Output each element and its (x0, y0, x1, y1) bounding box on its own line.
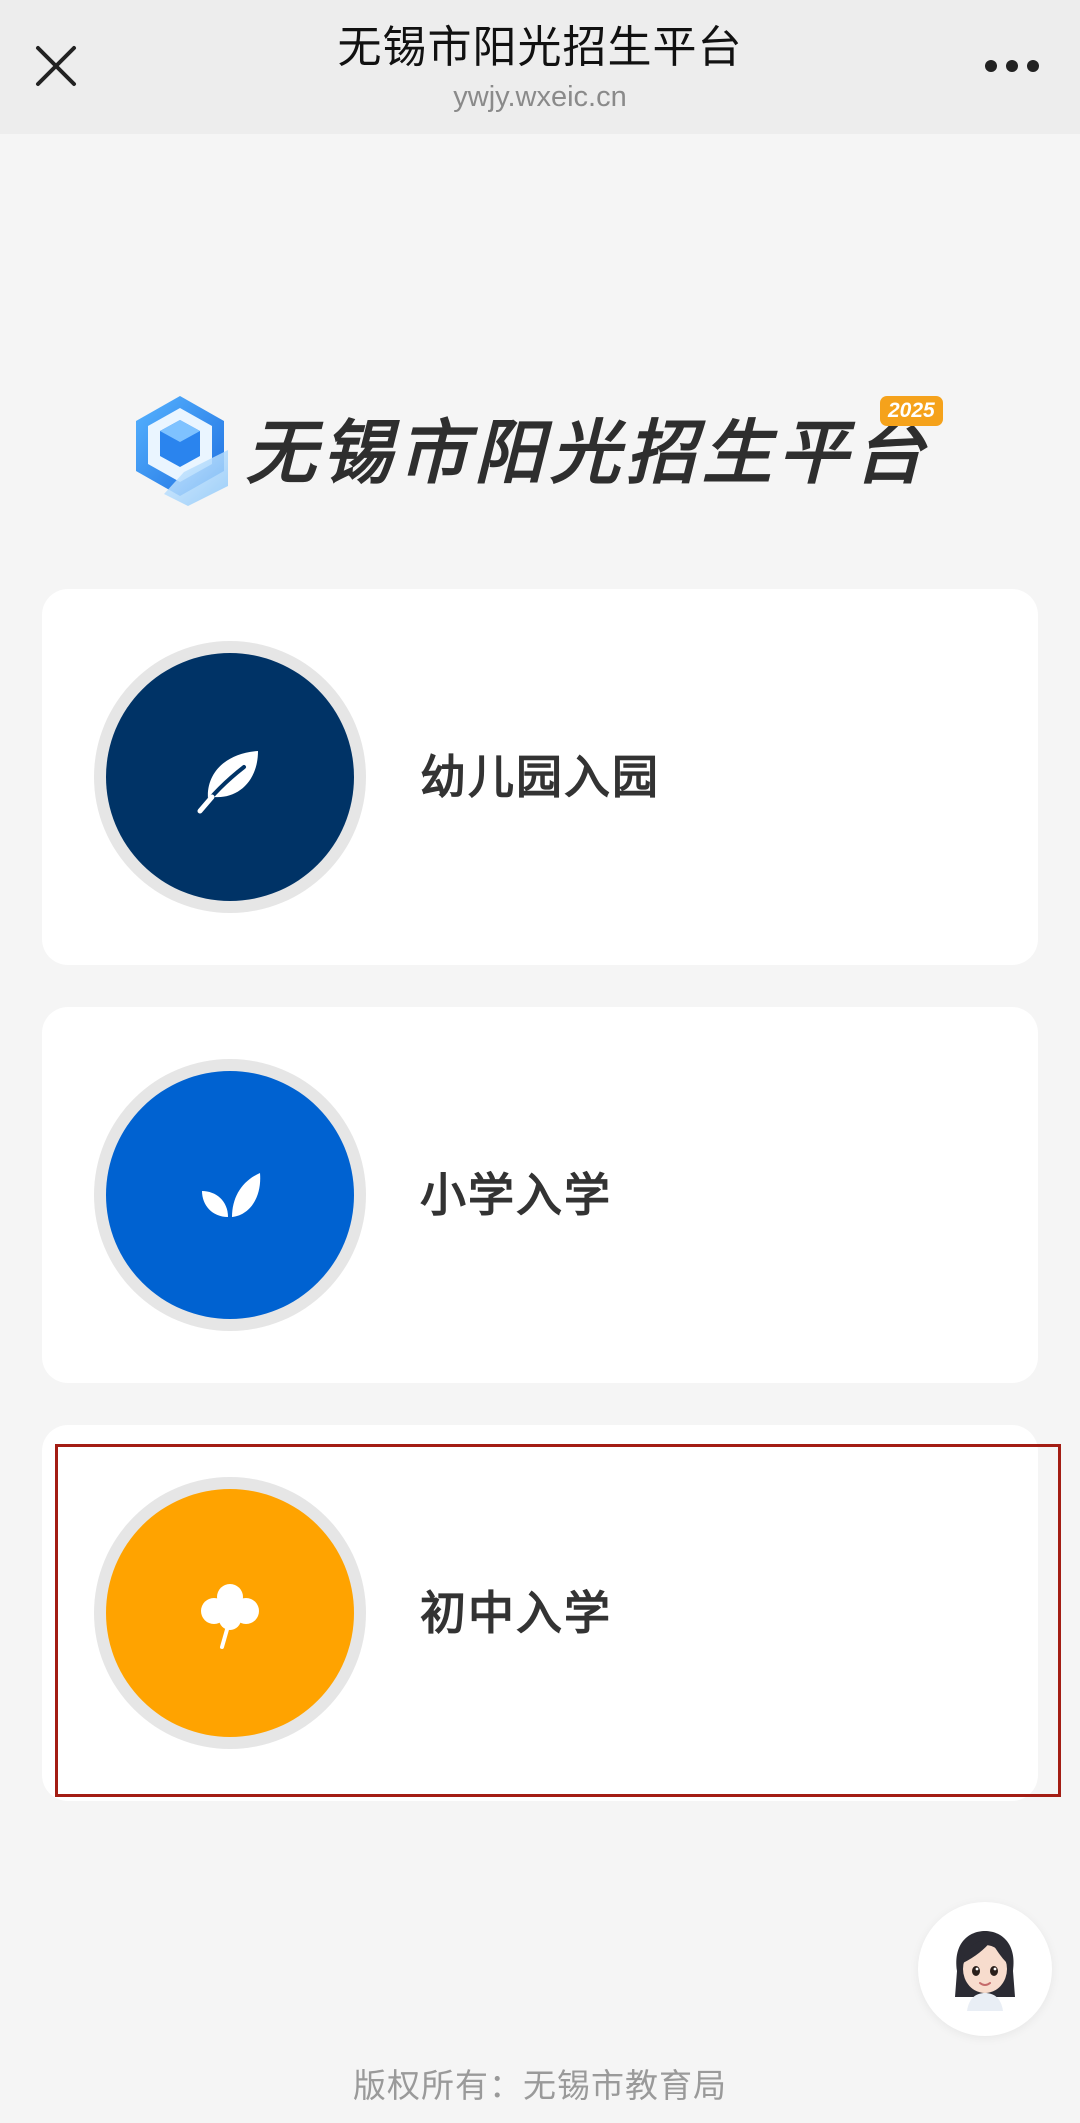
icon-ring (94, 1059, 366, 1331)
page-url: ywjy.wxeic.cn (453, 81, 627, 113)
copyright-footer: 版权所有：无锡市教育局 (353, 2066, 727, 2105)
kindergarten-enrollment-card[interactable]: 幼儿园入园 (42, 589, 1038, 965)
brand-title: 无锡市阳光招生平台 (246, 412, 930, 494)
card-label: 小学入学 (420, 1168, 612, 1222)
primary-school-enrollment-card[interactable]: 小学入学 (42, 1007, 1038, 1383)
assistant-avatar-icon (955, 1931, 1015, 2011)
cube-logo-icon (136, 396, 228, 506)
icon-circle (106, 1071, 354, 1319)
top-navigation-bar: 无锡市阳光招生平台 ywjy.wxeic.cn (0, 0, 1080, 134)
close-button[interactable] (28, 38, 84, 94)
middle-school-enrollment-card[interactable]: 初中入学 (42, 1425, 1038, 1801)
card-label: 幼儿园入园 (420, 750, 660, 804)
close-icon (36, 46, 76, 86)
year-badge: 2025 (880, 396, 943, 426)
sprout-icon (202, 1173, 261, 1217)
icon-circle (106, 653, 354, 901)
more-dots-icon (985, 60, 1039, 72)
icon-circle (106, 1489, 354, 1737)
leaf-icon (197, 751, 258, 814)
card-label: 初中入学 (420, 1586, 612, 1640)
clover-icon (201, 1584, 259, 1649)
icon-ring (94, 641, 366, 913)
assistant-button[interactable] (918, 1902, 1052, 2036)
page-title: 无锡市阳光招生平台 (337, 22, 743, 73)
nav-title-group: 无锡市阳光招生平台 ywjy.wxeic.cn (240, 20, 840, 116)
brand-header: 无锡市阳光招生平台 2025 (128, 390, 948, 520)
icon-ring (94, 1477, 366, 1749)
more-button[interactable] (972, 38, 1052, 94)
